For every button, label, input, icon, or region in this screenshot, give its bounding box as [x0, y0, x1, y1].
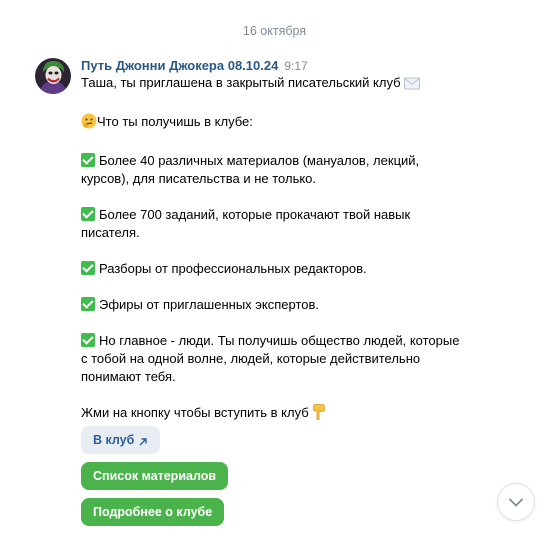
benefit-item: Более 40 различных материалов (мануалов,… — [81, 152, 481, 170]
external-link-arrow-icon — [138, 429, 148, 457]
benefit-item-continued: курсов), для писательства и не только. — [81, 171, 317, 186]
cta-line: Жми на кнопку чтобы вступить в клуб — [81, 404, 481, 425]
benefit-item: Но главное - люди. Ты получишь общество … — [81, 332, 481, 350]
invite-text: Таша, ты приглашена в закрытый писательс… — [81, 75, 401, 90]
materials-list-button[interactable]: Список материалов — [81, 462, 229, 490]
join-club-button[interactable]: В клуб — [81, 426, 160, 454]
benefit-item: Более 700 заданий, которые прокачают тво… — [81, 206, 481, 224]
join-club-label: В клуб — [93, 433, 135, 447]
button-row: Список материалов — [81, 462, 229, 490]
keyboard-buttons: В клуб Список материалов Подробнее о клу… — [81, 426, 229, 534]
benefit-item: Эфиры от приглашенных экспертов. — [81, 296, 481, 314]
message-header: Путь Джонни Джокера 08.10.24 9:17 — [81, 58, 481, 74]
scroll-down-button[interactable] — [497, 483, 535, 521]
message: Путь Джонни Джокера 08.10.24 9:17 Таша, т… — [81, 58, 481, 425]
benefit-item: Разборы от профессиональных редакторов. — [81, 260, 481, 278]
sender-name[interactable]: Путь Джонни Джокера 08.10.24 — [81, 58, 278, 73]
envelope-icon — [404, 77, 421, 95]
check-mark-button-icon — [81, 153, 95, 167]
benefit-text: Более 40 различных материалов (мануалов,… — [99, 153, 420, 168]
what-you-get-line: Что ты получишь в клубе: — [81, 113, 481, 134]
check-mark-button-icon — [81, 207, 95, 221]
date-separator: 16 октября — [242, 24, 307, 38]
joker-avatar-icon — [35, 58, 71, 94]
button-row: Подробнее о клубе — [81, 498, 228, 526]
cta-text: Жми на кнопку чтобы вступить в клуб — [81, 405, 309, 420]
avatar[interactable] — [35, 58, 71, 94]
benefit-text: Разборы от профессиональных редакторов. — [99, 261, 367, 276]
benefit-item-continued: с тобой на одной волне, людей, которые д… — [81, 351, 421, 366]
benefit-item-continued: понимают тебя. — [81, 369, 176, 384]
what-you-get-text: Что ты получишь в клубе: — [97, 114, 253, 129]
check-mark-button-icon — [81, 297, 95, 311]
message-time[interactable]: 9:17 — [284, 59, 307, 73]
check-mark-button-icon — [81, 261, 95, 275]
benefit-text: Но главное - люди. Ты получишь общество … — [99, 333, 460, 348]
message-text: Таша, ты приглашена в закрытый писательс… — [81, 74, 481, 425]
invite-line: Таша, ты приглашена в закрытый писательс… — [81, 74, 481, 95]
chevron-down-icon — [509, 498, 523, 507]
button-row: В клуб — [81, 426, 228, 454]
benefit-item-continued: писателя. — [81, 225, 140, 240]
check-mark-button-icon — [81, 333, 95, 347]
more-about-club-button[interactable]: Подробнее о клубе — [81, 498, 225, 526]
backhand-index-pointing-down-icon — [312, 404, 326, 425]
thinking-face-icon — [81, 113, 97, 134]
benefit-text: Более 700 заданий, которые прокачают тво… — [99, 207, 411, 222]
benefit-text: Эфиры от приглашенных экспертов. — [99, 297, 320, 312]
